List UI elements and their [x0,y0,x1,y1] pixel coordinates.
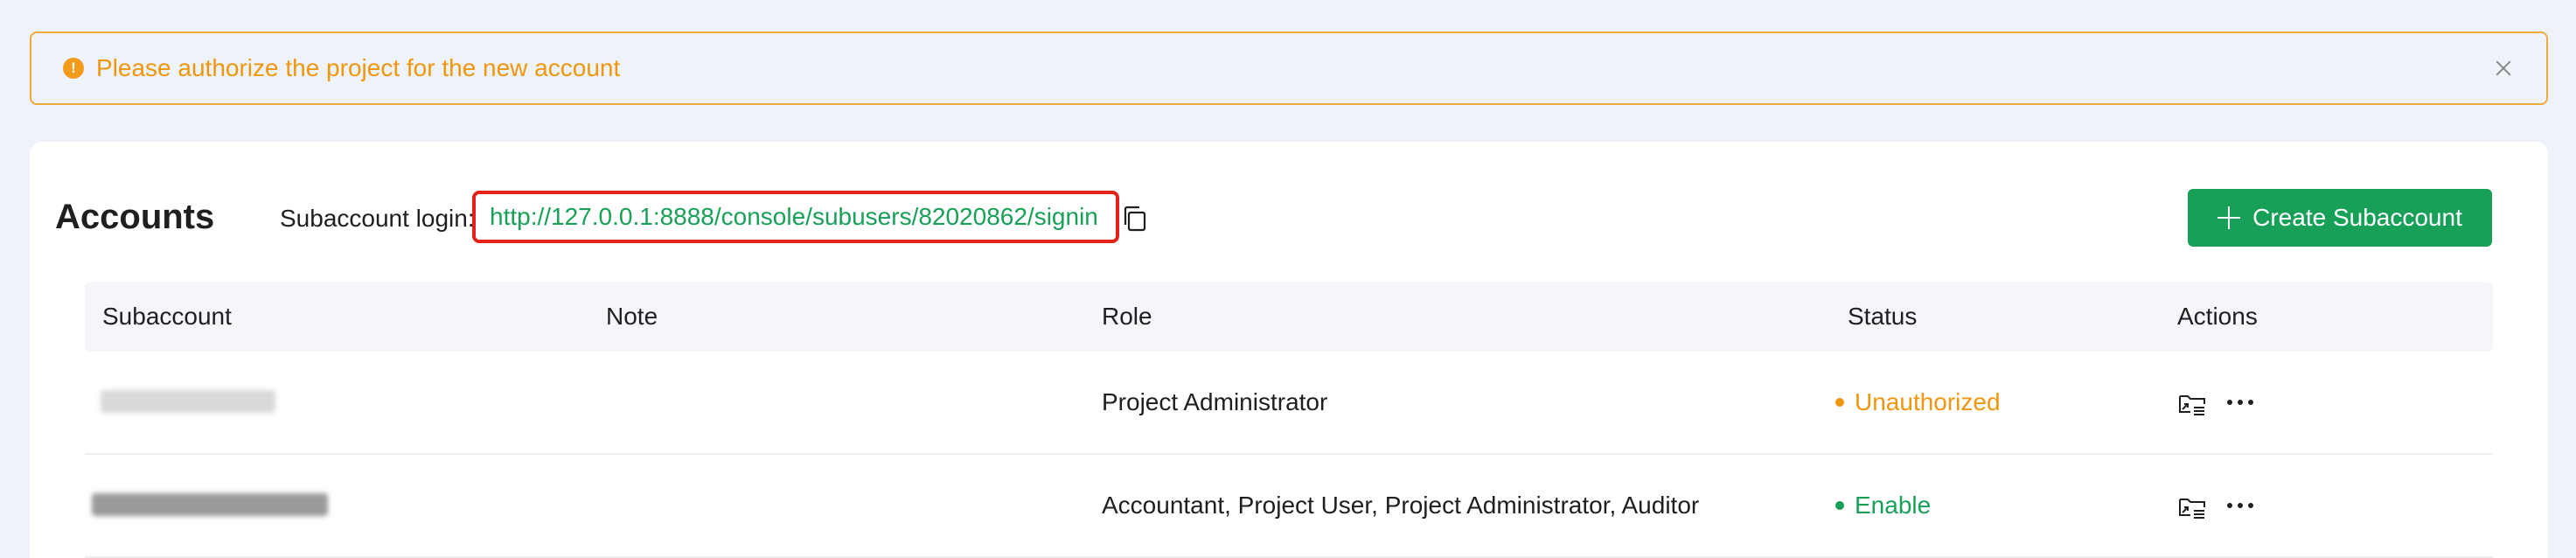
row-role: Project Administrator [1102,388,1328,415]
column-subaccount: Subaccount [102,303,232,330]
exclamation-circle-icon: ! [63,58,84,79]
subaccount-login-highlight: http://127.0.0.1:8888/console/subusers/8… [472,191,1119,243]
authorization-alert: ! Please authorize the project for the n… [30,31,2548,105]
row-status: Unauthorized [1835,352,2001,453]
assign-project-icon[interactable] [2177,388,2207,418]
column-role: Role [1102,303,1152,330]
page-title: Accounts [55,198,215,236]
more-icon[interactable] [2225,397,2255,408]
status-dot [1835,397,1844,407]
create-subaccount-button[interactable]: Create Subaccount [2188,189,2492,247]
more-icon[interactable] [2225,500,2255,511]
row-status-text: Enable [1855,492,1932,519]
create-subaccount-label: Create Subaccount [2252,204,2462,231]
plus-icon [2217,206,2241,229]
table-row: Accountant, Project User, Project Admini… [85,455,2493,558]
column-status: Status [1848,303,1918,330]
table-header: Subaccount Note Role Status Actions [85,282,2493,352]
copy-icon[interactable] [1121,205,1149,233]
subaccount-login-label: Subaccount login: [280,205,475,232]
row-status-text: Unauthorized [1855,388,2001,415]
alert-message: Please authorize the project for the new… [96,54,621,81]
row-status: Enable [1835,455,1931,556]
assign-project-icon[interactable] [2177,492,2207,521]
close-icon[interactable] [2490,55,2517,81]
status-dot [1835,500,1844,510]
column-actions: Actions [2177,303,2258,330]
table-row: Project Administrator Unauthorized [85,352,2493,455]
column-note: Note [606,303,658,330]
subaccount-login-link[interactable]: http://127.0.0.1:8888/console/subusers/8… [490,203,1098,231]
row-role: Accountant, Project User, Project Admini… [1102,492,1700,519]
